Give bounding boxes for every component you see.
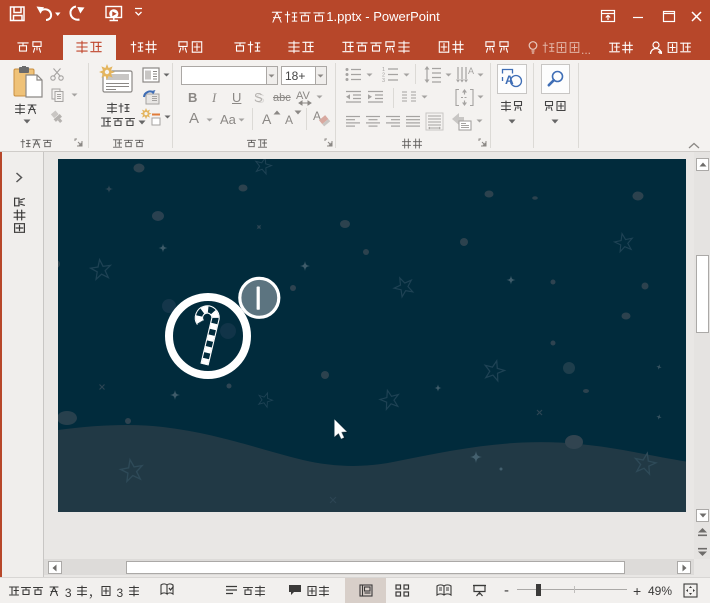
svg-text:A: A bbox=[468, 66, 474, 76]
svg-text:3: 3 bbox=[382, 78, 385, 83]
svg-text:A: A bbox=[505, 73, 514, 87]
svg-text:AV: AV bbox=[296, 90, 311, 102]
